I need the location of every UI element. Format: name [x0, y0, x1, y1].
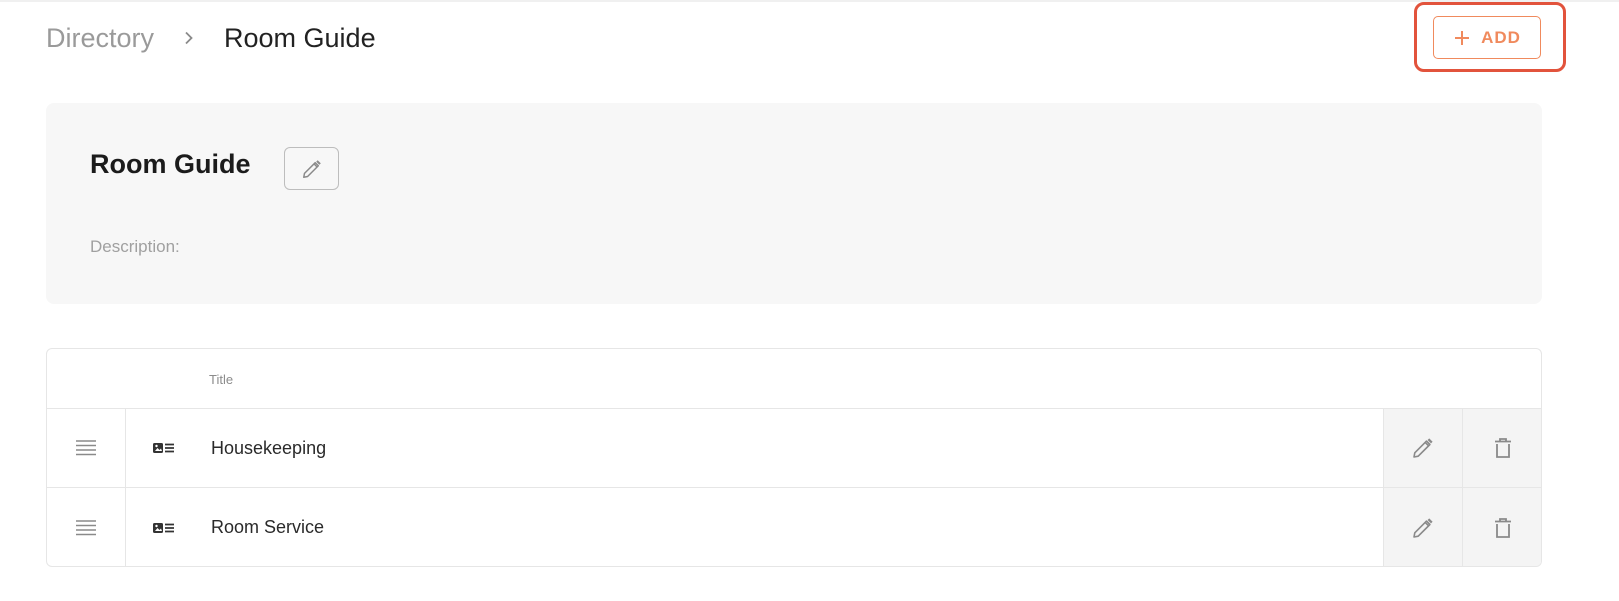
guide-title: Room Guide — [90, 149, 251, 179]
breadcrumb: Directory Room Guide — [46, 18, 376, 58]
drag-lines-icon — [76, 519, 96, 535]
drag-handle[interactable] — [47, 488, 126, 566]
table-row[interactable]: Room Service — [47, 488, 1541, 566]
chevron-right-icon — [154, 31, 224, 45]
edit-title-button[interactable] — [284, 147, 339, 190]
pencil-icon — [302, 159, 321, 178]
guide-info-panel: Room Guide Description: — [46, 103, 1542, 304]
plus-icon — [1455, 30, 1470, 45]
top-border — [0, 0, 1619, 2]
breadcrumb-current: Room Guide — [224, 22, 376, 53]
column-header-title: Title — [209, 372, 234, 387]
description-label: Description: — [90, 237, 180, 256]
breadcrumb-directory-link[interactable]: Directory — [46, 23, 154, 54]
add-button[interactable]: ADD — [1433, 16, 1541, 59]
add-button-label: ADD — [1481, 27, 1521, 47]
trash-icon — [1495, 517, 1511, 538]
pencil-icon — [1413, 438, 1433, 458]
table-row[interactable]: Housekeeping — [47, 409, 1541, 488]
drag-lines-icon — [76, 440, 96, 456]
delete-row-button[interactable] — [1462, 488, 1541, 566]
pencil-icon — [1413, 517, 1433, 538]
card-list-icon — [153, 443, 174, 453]
trash-icon — [1495, 438, 1511, 458]
row-type — [149, 488, 179, 566]
items-table: Title Housekeeping Room Service — [46, 348, 1542, 567]
row-type — [149, 409, 179, 487]
edit-row-button[interactable] — [1383, 488, 1462, 566]
row-title[interactable]: Room Service — [211, 488, 324, 566]
row-title[interactable]: Housekeeping — [211, 409, 326, 487]
drag-handle[interactable] — [47, 409, 126, 487]
edit-row-button[interactable] — [1383, 409, 1462, 487]
card-list-icon — [153, 522, 174, 533]
table-header: Title — [47, 349, 1541, 409]
delete-row-button[interactable] — [1462, 409, 1541, 487]
